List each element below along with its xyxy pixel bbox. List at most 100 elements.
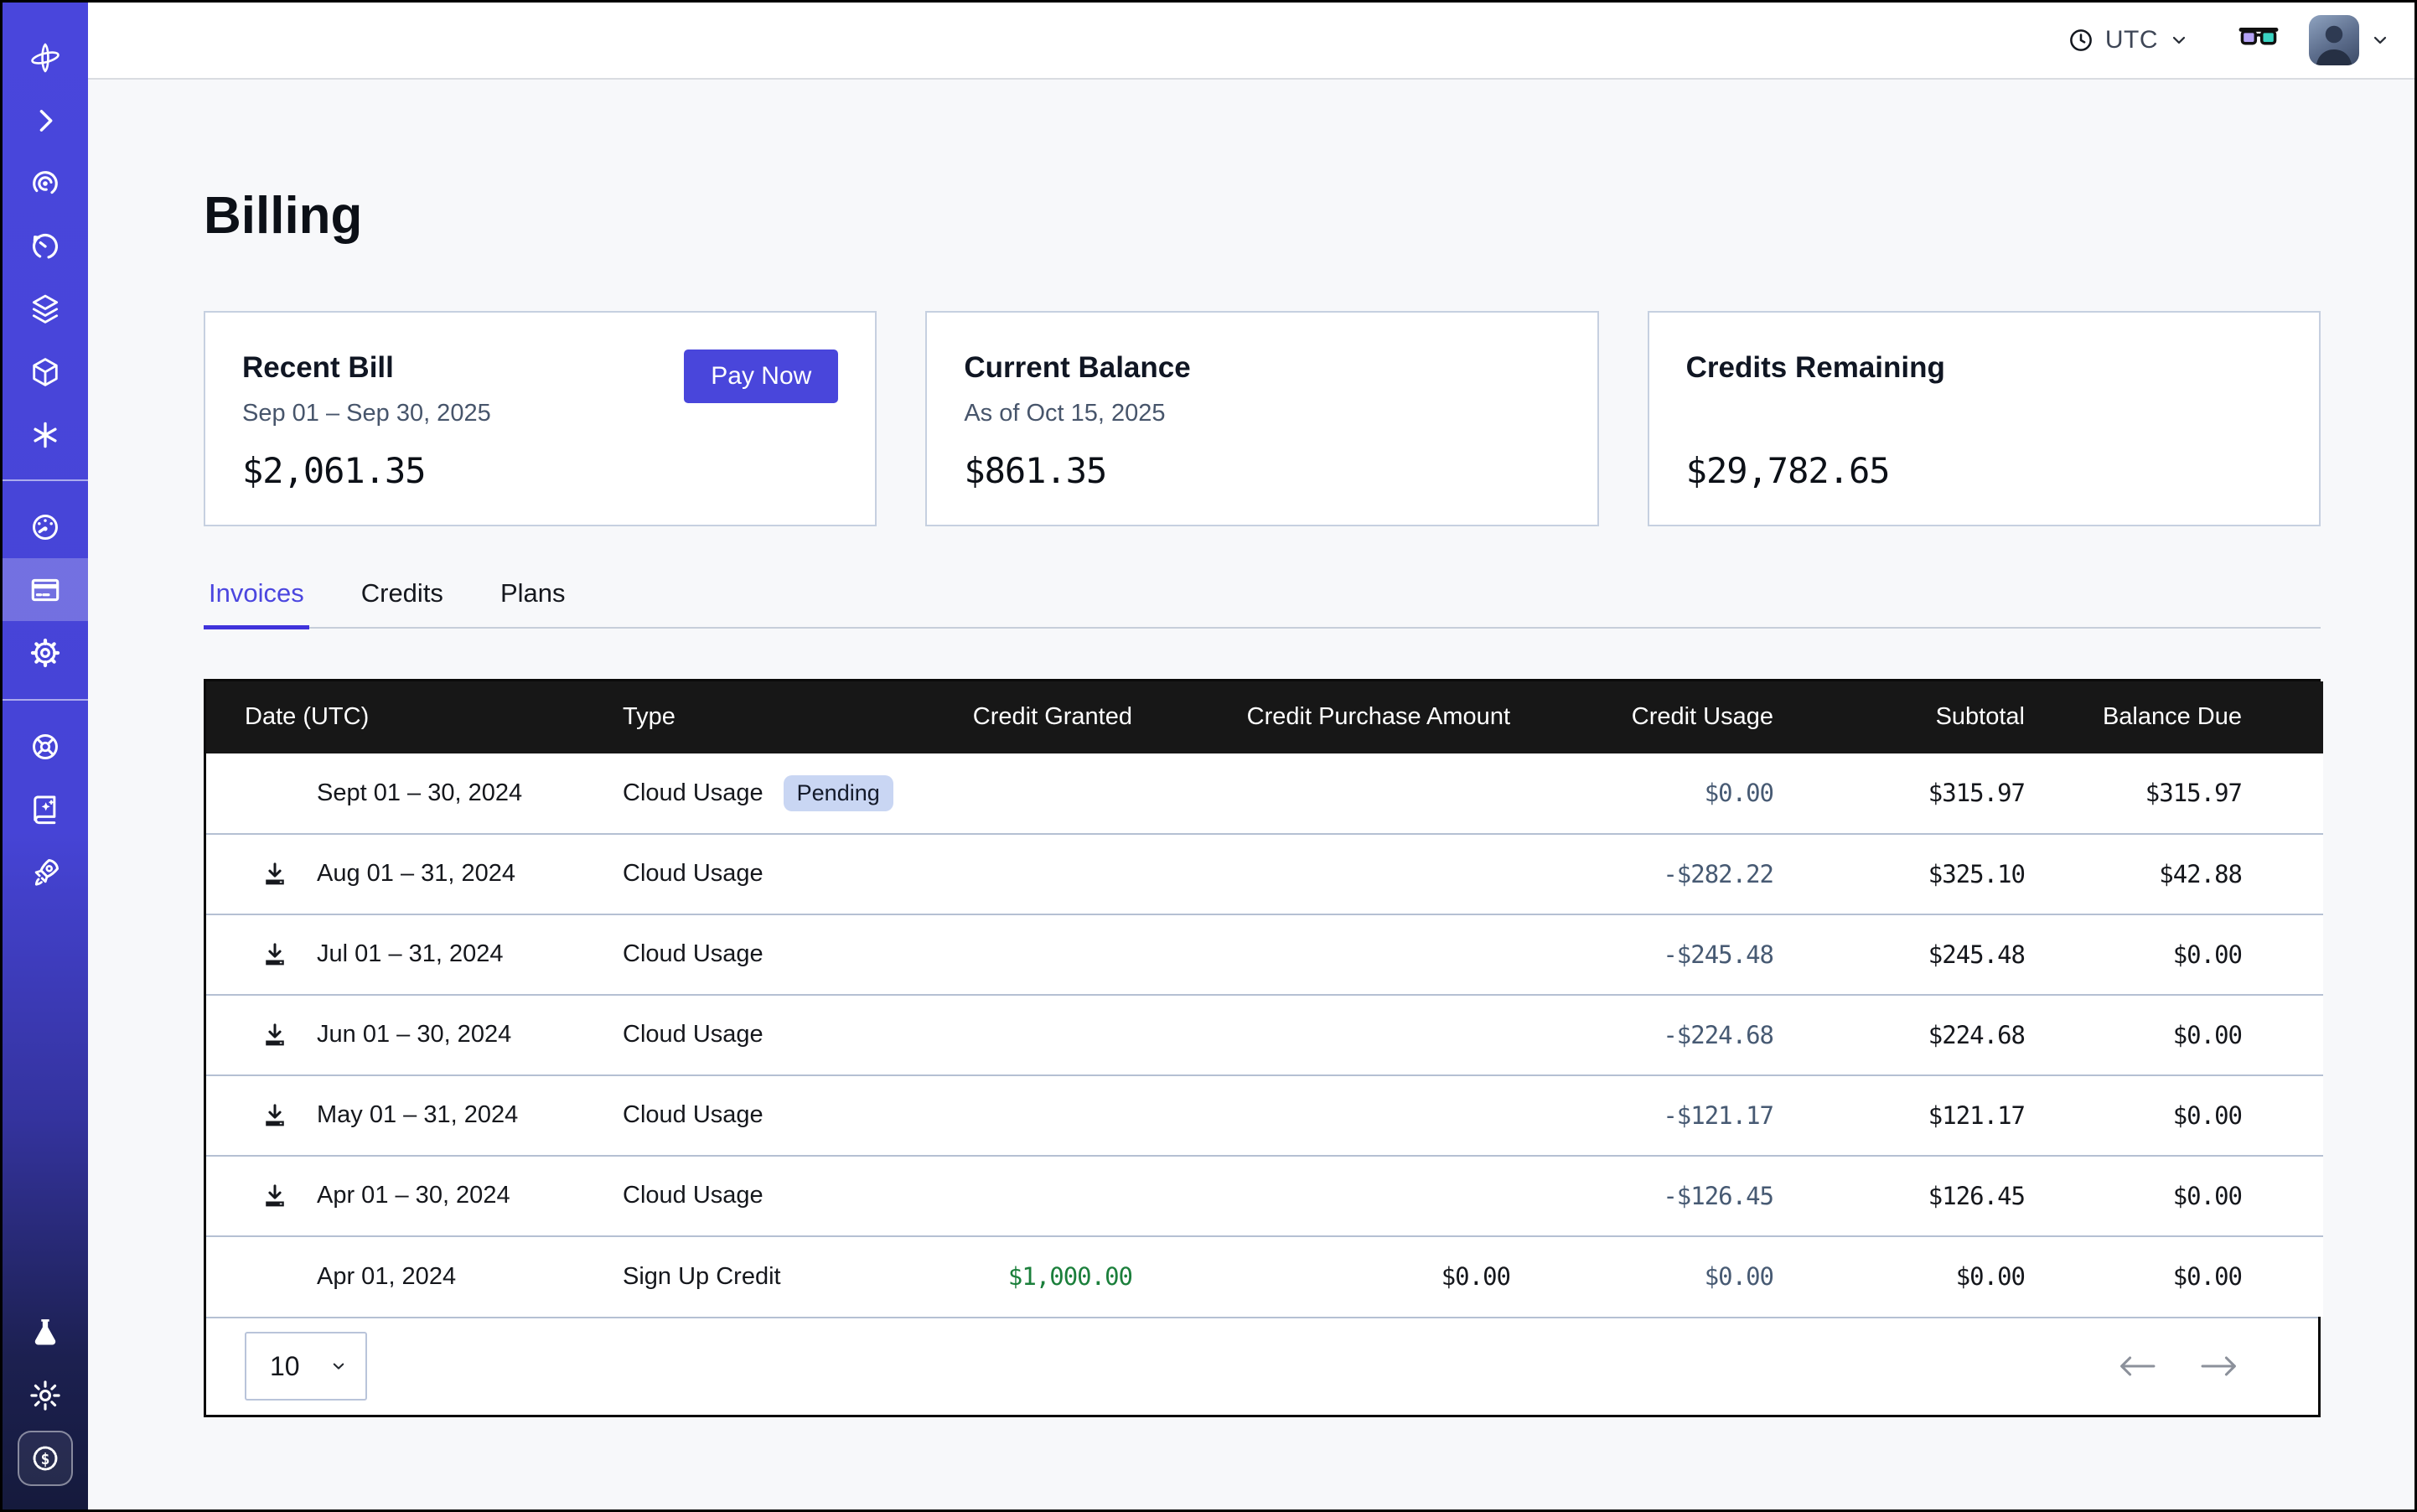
- download-invoice-icon[interactable]: [260, 859, 290, 889]
- credit-purchase-cell: [1142, 995, 1520, 1075]
- user-menu-chevron-icon[interactable]: [2369, 29, 2391, 51]
- invoices-table: Date (UTC)TypeCredit GrantedCredit Purch…: [204, 679, 2321, 1417]
- download-invoice-icon[interactable]: [260, 1020, 290, 1050]
- column-header-date-utc: Date (UTC): [206, 681, 556, 753]
- recent-bill-card: Recent Bill Sep 01 – Sep 30, 2025 $2,061…: [204, 311, 877, 526]
- invoice-type-cell: Cloud Usage: [556, 914, 882, 995]
- invoice-date: Jun 01 – 30, 2024: [317, 1021, 511, 1049]
- dollar-badge-icon: $: [28, 1441, 63, 1476]
- cube-icon: [28, 355, 63, 390]
- invoice-type-cell: Sign Up Credit: [556, 1236, 882, 1317]
- main-content: Billing Recent Bill Sep 01 – Sep 30, 202…: [88, 81, 2414, 1509]
- invoice-row: Jun 01 – 30, 2024Cloud Usage-$224.68$224…: [206, 995, 2323, 1075]
- prev-page-arrow-icon[interactable]: [2118, 1352, 2156, 1380]
- sidebar-item-gauge[interactable]: [3, 495, 88, 558]
- credit-usage-cell: -$121.17: [1520, 1075, 1783, 1156]
- docs-book-icon: [28, 792, 63, 827]
- tab-plans[interactable]: Plans: [495, 578, 571, 627]
- billing-card-icon: [28, 572, 63, 608]
- invoice-type: Cloud Usage: [623, 940, 763, 968]
- credit-granted-cell: [882, 753, 1142, 834]
- sidebar-item-layers[interactable]: [3, 277, 88, 340]
- collapse-sidebar-icon: [28, 103, 63, 138]
- credit-purchase-cell: $0.00: [1142, 1236, 1520, 1317]
- card-title: Credits Remaining: [1686, 351, 1945, 385]
- column-header-type: Type: [556, 681, 882, 753]
- balance-due-cell: $42.88: [2035, 834, 2323, 914]
- sidebar-item-settings-gear[interactable]: [3, 621, 88, 684]
- invoice-type: Cloud Usage: [623, 860, 763, 888]
- subtotal-cell: $315.97: [1783, 753, 2035, 834]
- download-invoice-icon[interactable]: [260, 940, 290, 970]
- column-header-credit-granted: Credit Granted: [882, 681, 1142, 753]
- topbar: UTC: [88, 3, 2414, 80]
- next-page-arrow-icon[interactable]: [2200, 1352, 2238, 1380]
- sidebar-item-sun[interactable]: [3, 1364, 88, 1427]
- credit-granted-cell: [882, 995, 1142, 1075]
- page-size-select[interactable]: 10: [245, 1332, 367, 1401]
- subtotal-cell: $325.10: [1783, 834, 2035, 914]
- billing-tabs: Invoices Credits Plans: [204, 578, 2321, 629]
- asterisk-icon: [28, 417, 63, 453]
- invoice-type: Cloud Usage: [623, 1021, 763, 1049]
- invoice-date: May 01 – 31, 2024: [317, 1101, 518, 1129]
- download-invoice-icon[interactable]: [260, 1100, 290, 1131]
- credit-granted-cell: [882, 834, 1142, 914]
- layers-icon: [28, 292, 63, 327]
- user-avatar[interactable]: [2309, 15, 2359, 65]
- glasses-icon[interactable]: [2238, 26, 2279, 54]
- download-spacer: [260, 778, 317, 808]
- credit-usage-cell: -$245.48: [1520, 914, 1783, 995]
- sidebar-item-flask[interactable]: [3, 1301, 88, 1364]
- credit-purchase-cell: [1142, 1075, 1520, 1156]
- subtotal-cell: $126.45: [1783, 1156, 2035, 1236]
- sidebar-divider: [3, 699, 88, 701]
- invoice-date-cell: Jul 01 – 31, 2024: [206, 914, 556, 995]
- balance-due-cell: $315.97: [2035, 753, 2323, 834]
- sidebar-item-logo-mark[interactable]: [3, 26, 88, 89]
- table-header: Date (UTC)TypeCredit GrantedCredit Purch…: [206, 681, 2323, 753]
- page-size-value: 10: [270, 1351, 300, 1382]
- invoice-row: Sept 01 – 30, 2024Cloud UsagePending$0.0…: [206, 753, 2323, 834]
- credits-remaining-card: Credits Remaining $29,782.65: [1648, 311, 2321, 526]
- credit-granted-cell: [882, 914, 1142, 995]
- column-header-credit-usage: Credit Usage: [1520, 681, 1783, 753]
- timezone-selector[interactable]: UTC: [2067, 26, 2190, 54]
- credit-usage-cell: $0.00: [1520, 1236, 1783, 1317]
- sidebar-item-collapse-sidebar[interactable]: [3, 89, 88, 152]
- support-wheel-icon: [28, 729, 63, 764]
- sidebar-item-asterisk[interactable]: [3, 403, 88, 466]
- invoice-row: Apr 01 – 30, 2024Cloud Usage-$126.45$126…: [206, 1156, 2323, 1236]
- settings-gear-icon: [28, 635, 63, 671]
- download-invoice-icon[interactable]: [260, 1181, 290, 1211]
- tab-credits[interactable]: Credits: [356, 578, 448, 627]
- sidebar-item-docs-book[interactable]: [3, 778, 88, 841]
- credits-remaining-amount: $29,782.65: [1686, 450, 1890, 491]
- sidebar-item-observability[interactable]: [3, 152, 88, 215]
- observability-icon: [28, 166, 63, 201]
- pay-now-button[interactable]: Pay Now: [684, 350, 838, 403]
- invoice-row: May 01 – 31, 2024Cloud Usage-$121.17$121…: [206, 1075, 2323, 1156]
- sidebar-item-cube[interactable]: [3, 340, 88, 403]
- tab-invoices[interactable]: Invoices: [204, 578, 309, 629]
- credit-granted-cell: [882, 1075, 1142, 1156]
- credit-usage-cell: -$224.68: [1520, 995, 1783, 1075]
- sidebar-item-dollar-badge[interactable]: $: [3, 1427, 88, 1489]
- gauge-icon: [28, 510, 63, 545]
- sidebar-item-history[interactable]: [3, 215, 88, 277]
- sidebar-item-billing-card[interactable]: [3, 558, 88, 621]
- invoice-date: Apr 01, 2024: [317, 1263, 456, 1291]
- subtotal-cell: $245.48: [1783, 914, 2035, 995]
- invoice-date: Apr 01 – 30, 2024: [317, 1182, 510, 1209]
- invoice-date-cell: May 01 – 31, 2024: [206, 1075, 556, 1156]
- balance-due-cell: $0.00: [2035, 1075, 2323, 1156]
- balance-due-cell: $0.00: [2035, 1156, 2323, 1236]
- card-subtitle: Sep 01 – Sep 30, 2025: [242, 400, 491, 427]
- credit-purchase-cell: [1142, 1156, 1520, 1236]
- invoice-row: Aug 01 – 31, 2024Cloud Usage-$282.22$325…: [206, 834, 2323, 914]
- sidebar-item-support-wheel[interactable]: [3, 715, 88, 778]
- page-title: Billing: [204, 190, 2321, 242]
- sidebar-item-rocket[interactable]: [3, 841, 88, 904]
- sun-icon: [28, 1378, 63, 1413]
- invoice-date: Aug 01 – 31, 2024: [317, 860, 515, 888]
